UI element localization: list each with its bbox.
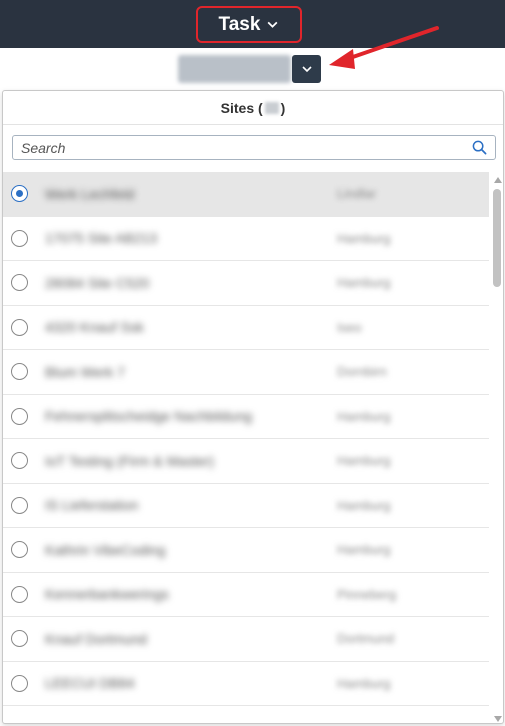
site-list-item[interactable]: Kathrin VibeCoding Hamburg (3, 528, 489, 573)
task-menu-label: Task (218, 13, 261, 35)
chevron-down-icon (301, 66, 312, 73)
site-list-item[interactable]: Blum Werk 7 Dornbirn (3, 350, 489, 395)
site-list-item[interactable]: 17075 Site AB213 Hamburg (3, 217, 489, 261)
radio-button[interactable] (11, 274, 28, 292)
site-name: Blum Werk 7 (45, 363, 125, 380)
radio-button[interactable] (11, 585, 28, 603)
search-input[interactable] (21, 139, 472, 156)
search-icon[interactable] (472, 140, 487, 155)
search-box (12, 135, 496, 160)
site-list-item[interactable]: 28084 Site C520 Hamburg (3, 261, 489, 306)
site-list-item[interactable]: Werk Lechfeld Lindlar (3, 172, 489, 217)
site-name: IoT Testing (Firm & Master) (45, 452, 215, 469)
site-city: Iseo (337, 319, 362, 335)
site-name: Kathrin VibeCoding (45, 541, 166, 558)
radio-button[interactable] (11, 674, 28, 692)
site-list-item[interactable]: IoT Testing (Firm & Master) Hamburg (3, 439, 489, 484)
site-city: Hamburg (337, 453, 391, 469)
radio-button[interactable] (11, 630, 28, 648)
site-city: Hamburg (337, 230, 391, 246)
site-name: Knauf Dortmund (45, 630, 147, 647)
site-selector[interactable] (178, 55, 321, 83)
scrollbar[interactable] (491, 172, 503, 723)
radio-button[interactable] (11, 185, 28, 203)
site-list-item[interactable]: LEECUI DB84 Hamburg (3, 662, 489, 706)
site-list-item[interactable]: Fehnersplitscheidge Nachbildung Hamburg (3, 395, 489, 439)
site-dropdown-button[interactable] (292, 55, 321, 83)
site-name: Fehnersplitscheidge Nachbildung (45, 408, 253, 425)
site-city: Pinneberg (337, 586, 397, 602)
panel-title: Sites () (3, 91, 503, 125)
radio-button[interactable] (11, 229, 28, 247)
site-name: Werk Lechfeld (45, 185, 135, 202)
sites-dropdown-panel: Sites () Werk Lechfeld Lindlar 17075 Site … (2, 90, 504, 724)
radio-button[interactable] (11, 318, 28, 336)
site-city: Hamburg (337, 542, 391, 558)
site-city: Hamburg (337, 675, 391, 691)
radio-button[interactable] (11, 496, 28, 514)
site-name: 17075 Site AB213 (45, 230, 158, 247)
site-count-redacted (264, 101, 279, 114)
site-list-item[interactable]: Kennerbankwerings Pinneberg (3, 573, 489, 617)
site-name: 4320 Knauf Ssk (45, 319, 144, 336)
site-name: Kennerbankwerings (45, 586, 169, 603)
site-city: Dortmund (337, 631, 395, 647)
radio-button[interactable] (11, 541, 28, 559)
chevron-down-icon (268, 21, 278, 28)
scroll-up-arrow-icon[interactable] (494, 177, 502, 183)
site-list-item[interactable]: Knauf Dortmund Dortmund (3, 617, 489, 662)
site-list-item[interactable]: IS Lieferstation Hamburg (3, 484, 489, 528)
scrollbar-thumb[interactable] (493, 189, 501, 287)
radio-button[interactable] (11, 407, 28, 425)
site-city: Lindlar (337, 186, 377, 202)
radio-button[interactable] (11, 363, 28, 381)
site-list-item[interactable]: 4320 Knauf Ssk Iseo (3, 306, 489, 350)
radio-button[interactable] (11, 452, 28, 470)
site-city: Hamburg (337, 408, 391, 424)
site-city: Dornbirn (337, 364, 387, 380)
scroll-down-arrow-icon[interactable] (494, 716, 502, 722)
site-city: Hamburg (337, 275, 391, 291)
site-name: IS Lieferstation (45, 497, 139, 514)
task-menu-button[interactable]: Task (196, 6, 302, 43)
site-city: Hamburg (337, 497, 391, 513)
site-name: LEECUI DB84 (45, 675, 135, 692)
site-name-redacted (178, 55, 291, 83)
site-name: 28084 Site C520 (45, 274, 150, 291)
site-list: Werk Lechfeld Lindlar 17075 Site AB213 Hamb… (3, 172, 489, 723)
red-arrow-annotation (329, 26, 439, 69)
